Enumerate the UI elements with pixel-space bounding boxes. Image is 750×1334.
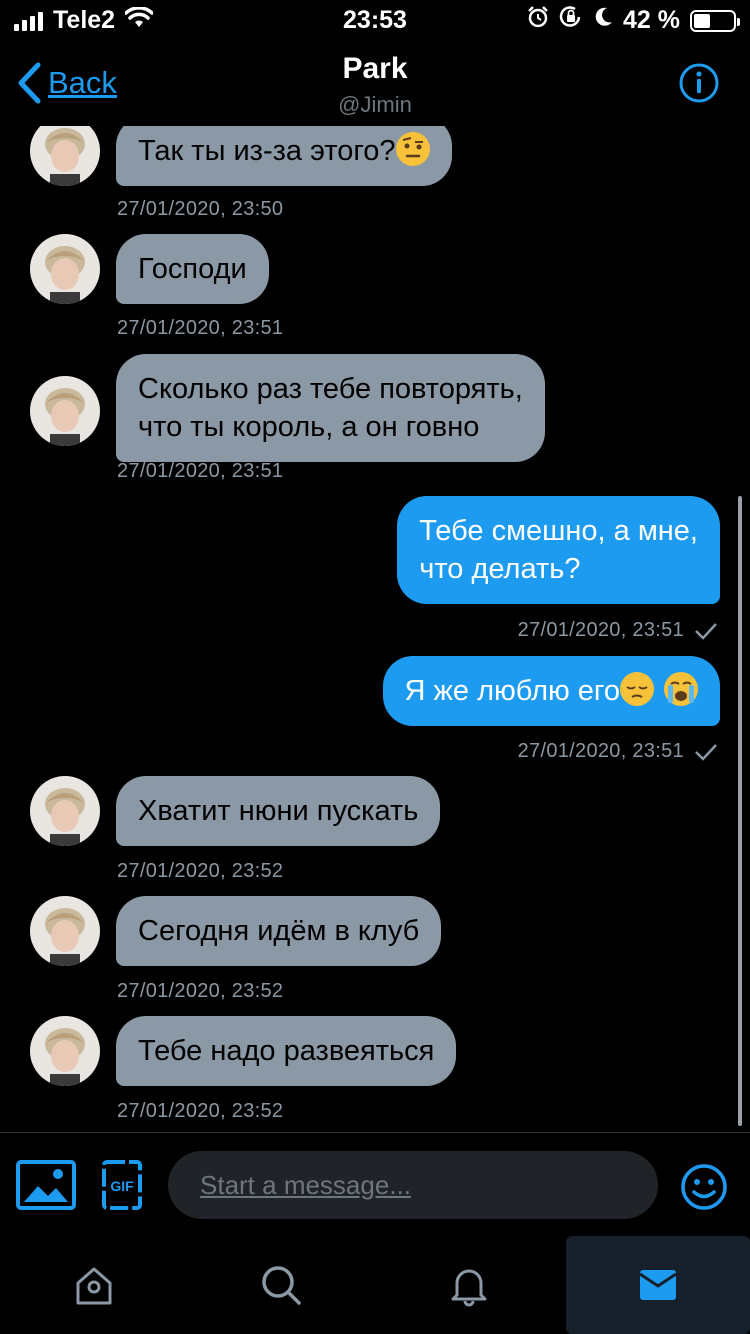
- add-gif-button[interactable]: GIF: [102, 1160, 142, 1215]
- gif-icon: GIF: [102, 1160, 142, 1210]
- search-icon: [261, 1266, 301, 1305]
- scrollbar[interactable]: [738, 496, 742, 1126]
- conversation-username: @Jimin: [338, 92, 412, 117]
- message-input-placeholder: Start a message...: [200, 1169, 411, 1200]
- tab-home[interactable]: [0, 1236, 187, 1334]
- message-bubble-incoming[interactable]: Так ты из-за этого?: [116, 126, 452, 186]
- info-icon: [679, 63, 719, 103]
- message-list[interactable]: Так ты из-за этого? 27/01/2020, 23:50 Го…: [0, 126, 750, 1132]
- avatar[interactable]: [30, 126, 100, 186]
- battery-percent: 42 %: [623, 6, 680, 34]
- message-bubble-incoming[interactable]: Сколько раз тебе повторять, что ты корол…: [116, 354, 545, 462]
- conversation-title: Park: [342, 52, 408, 85]
- message-bubble-incoming[interactable]: Сегодня идём в клуб: [116, 896, 442, 966]
- loudly-crying-face-icon: [664, 672, 698, 706]
- battery-level: [694, 13, 710, 28]
- message-text-line: что ты король, а он говно: [138, 411, 480, 443]
- checkmark-icon: [695, 622, 717, 640]
- moon-icon: [593, 6, 613, 35]
- message-text: Сегодня идём в клуб: [138, 915, 420, 947]
- alarm-icon: [527, 6, 549, 35]
- tab-bar: [0, 1236, 750, 1334]
- tab-notifications[interactable]: [375, 1236, 562, 1334]
- face-with-raised-eyebrow-icon: [395, 132, 430, 166]
- emoji-button[interactable]: [680, 1163, 728, 1216]
- message-timestamp: 27/01/2020, 23:52: [117, 980, 284, 1002]
- message-bubble-incoming[interactable]: Тебе надо развеяться: [116, 1016, 457, 1086]
- message-timestamp-row: 27/01/2020, 23:51: [518, 619, 718, 642]
- message-text: Господи: [138, 253, 247, 285]
- message-timestamp: 27/01/2020, 23:51: [517, 740, 684, 762]
- message-text-line: Тебе смешно, а мне,: [419, 515, 698, 547]
- mail-icon: [639, 1270, 677, 1300]
- avatar[interactable]: [30, 896, 100, 966]
- message-text: Хватит нюни пускать: [138, 795, 419, 827]
- message-text-line: что делать?: [419, 553, 581, 585]
- message-timestamp: 27/01/2020, 23:51: [517, 619, 684, 641]
- message-bubble-incoming[interactable]: Хватит нюни пускать: [116, 776, 441, 846]
- add-photo-button[interactable]: [16, 1160, 76, 1215]
- message-bubble-outgoing[interactable]: Я же люблю его: [382, 656, 720, 726]
- info-button[interactable]: [678, 62, 720, 109]
- pensive-face-icon: [620, 672, 654, 706]
- message-timestamp: 27/01/2020, 23:50: [117, 198, 284, 220]
- message-bubble-outgoing[interactable]: Тебе смешно, а мне, что делать?: [397, 496, 720, 604]
- message-text-line: Сколько раз тебе повторять,: [138, 373, 523, 405]
- message-text: Тебе надо развеяться: [138, 1035, 435, 1067]
- message-input[interactable]: Start a message...: [168, 1151, 658, 1219]
- message-text: Так ты из-за этого?: [138, 135, 396, 167]
- battery-icon: [690, 9, 740, 32]
- avatar[interactable]: [30, 234, 100, 304]
- smiley-icon: [681, 1164, 727, 1210]
- bell-icon: [451, 1269, 486, 1307]
- tab-messages[interactable]: [566, 1236, 750, 1334]
- gif-label: GIF: [110, 1178, 134, 1194]
- message-timestamp: 27/01/2020, 23:51: [117, 317, 284, 339]
- status-bar: Tele2 23:53 42 %: [0, 0, 750, 40]
- message-timestamp-row: 27/01/2020, 23:51: [518, 740, 718, 763]
- message-timestamp: 27/01/2020, 23:52: [117, 1100, 284, 1122]
- message-composer: GIF Start a message...: [0, 1132, 750, 1236]
- home-icon: [76, 1267, 111, 1305]
- avatar[interactable]: [30, 1016, 100, 1086]
- checkmark-icon: [695, 743, 717, 761]
- avatar[interactable]: [30, 376, 100, 446]
- message-bubble-incoming[interactable]: Господи: [116, 234, 269, 304]
- image-icon: [16, 1160, 76, 1210]
- message-timestamp: 27/01/2020, 23:51: [117, 460, 284, 482]
- conversation-header: Back Park @Jimin: [0, 40, 750, 126]
- message-text: Я же люблю его: [404, 675, 621, 707]
- avatar[interactable]: [30, 776, 100, 846]
- tab-search[interactable]: [187, 1236, 374, 1334]
- rotation-lock-icon: [559, 6, 583, 35]
- message-timestamp: 27/01/2020, 23:52: [117, 860, 284, 882]
